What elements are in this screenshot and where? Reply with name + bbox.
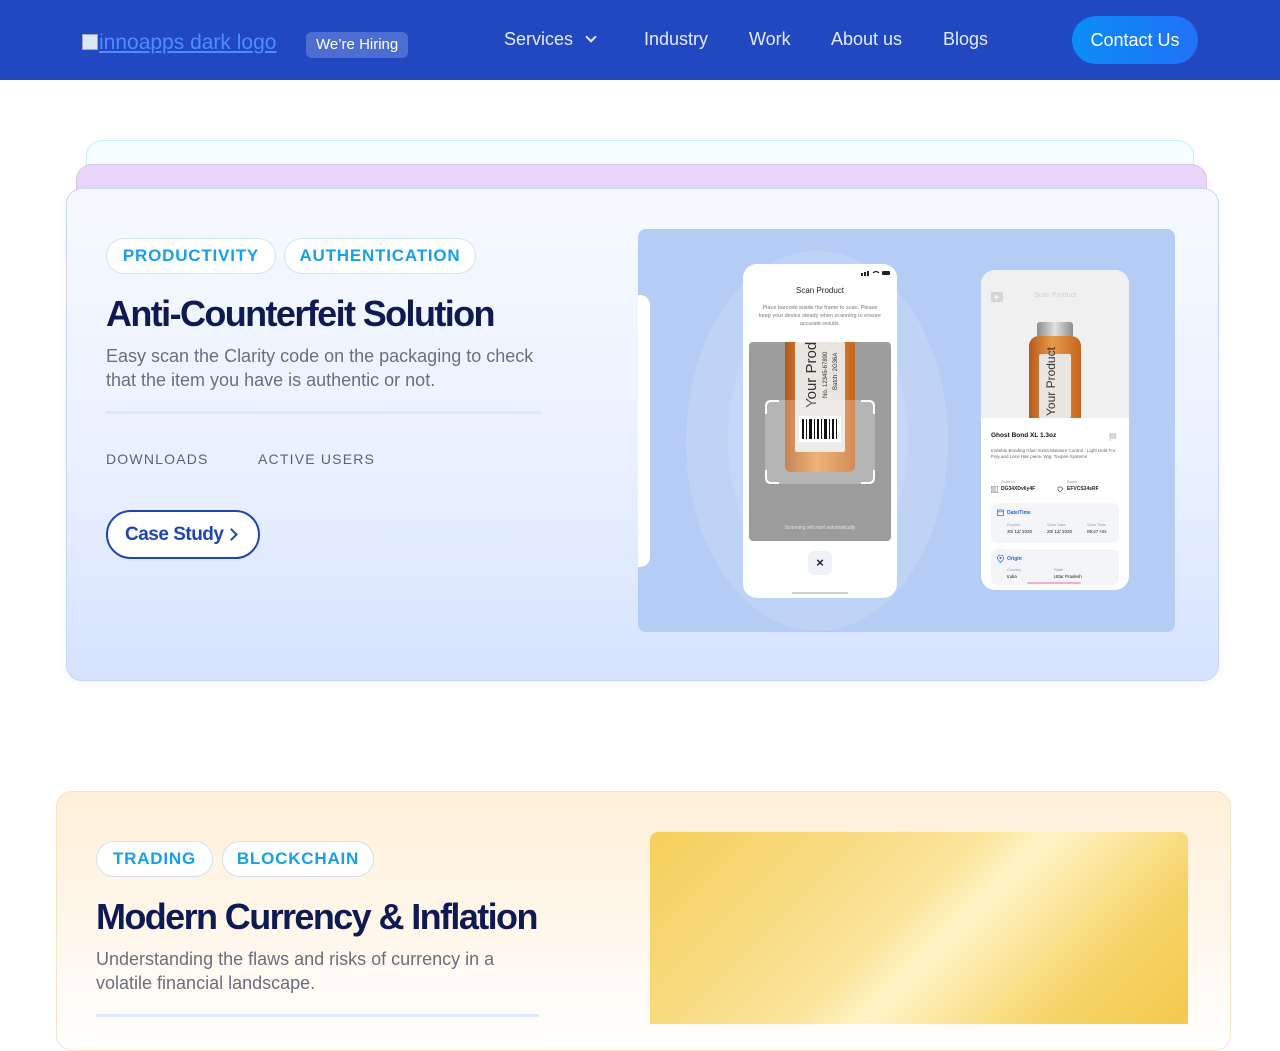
datetime-label: Date/Time — [1007, 510, 1031, 516]
phone-scan-screen: Scan Product Place barcode inside the fr… — [743, 264, 897, 598]
logo-link[interactable]: innoapps dark logo — [82, 31, 276, 55]
state-label: State — [1054, 567, 1064, 572]
bottle-label-text: Your Product — [1044, 347, 1058, 416]
scan-corner — [861, 470, 875, 484]
divider — [96, 1014, 539, 1017]
batch-label: Batch — [1067, 479, 1078, 484]
scan-corner — [765, 400, 779, 414]
tag-blockchain: BLOCKCHAIN — [222, 841, 374, 877]
scan-instruction: Place barcode inside the frame to scan. … — [759, 305, 881, 327]
tag-productivity: PRODUCTIVITY — [106, 238, 276, 274]
product-image: Scan Product Your Product — [981, 270, 1129, 418]
status-bar-icons — [861, 270, 890, 276]
hiring-badge[interactable]: We’re Hiring — [306, 32, 409, 58]
scan-title: Scan Product — [795, 286, 845, 295]
chevron-down-icon — [585, 31, 597, 43]
chevron-right-icon — [225, 528, 239, 541]
case-study-button[interactable]: Case Study — [106, 510, 260, 559]
scan-frame — [765, 400, 875, 484]
bottle-label-text: Your Product — [803, 342, 820, 408]
scan-corner — [765, 470, 779, 484]
product-screen-title: Scan Product — [1033, 292, 1077, 299]
phone-product-details: Scan Product Your Product Ghost Bond XL … — [981, 270, 1129, 590]
product-name: Ghost Bond XL 1.3oz — [991, 432, 1057, 439]
state-value: Uttar Pradesh — [1054, 574, 1082, 579]
home-indicator — [792, 592, 848, 594]
country-value: India — [1007, 574, 1017, 579]
nav-services[interactable]: Services — [504, 28, 597, 50]
contact-us-button[interactable]: Contact Us — [1072, 16, 1198, 64]
bottle-batch: Batch: 2G36A — [833, 352, 839, 390]
broken-image-icon — [82, 34, 98, 50]
barcode-icon — [991, 486, 998, 493]
stat-active-users-label: ACTIVE USERS — [258, 451, 376, 467]
flag-icon[interactable] — [1109, 433, 1117, 441]
app-screenshot-showcase: Scan Product Place barcode inside the fr… — [638, 229, 1175, 632]
close-icon[interactable]: × — [808, 551, 832, 575]
scan-date-value: 20/ 12/ 2020 — [1047, 529, 1073, 534]
scan-hint: Scanning will start automatically — [784, 525, 856, 531]
divider — [106, 411, 541, 414]
bottle-code: No. 12345-67890 — [823, 351, 829, 398]
camera-viewfinder: Your Product No. 12345-67890 Batch: 2G36… — [749, 342, 891, 541]
phone-partial-left — [638, 295, 650, 567]
expires-label: Expires — [1007, 522, 1021, 527]
home-indicator — [1027, 582, 1081, 584]
tag-trading: TRADING — [96, 841, 213, 877]
project-description: Understanding the flaws and risks of cur… — [96, 949, 495, 993]
scan-date-label: Scan Date — [1047, 522, 1066, 527]
nav-industry[interactable]: Industry — [644, 28, 708, 50]
calendar-icon — [997, 509, 1004, 516]
project-title: Modern Currency & Inflation — [96, 896, 538, 937]
nav-blogs[interactable]: Blogs — [943, 28, 988, 50]
logo-alt-text: innoapps dark logo — [99, 31, 277, 54]
nav-services-label: Services — [504, 29, 574, 49]
site-header: innoapps dark logo We’re Hiring Services… — [0, 0, 1280, 80]
nav-about-us[interactable]: About us — [831, 28, 902, 50]
project-description: Easy scan the Clarity code on the packag… — [106, 346, 534, 390]
origin-label: Origin — [1007, 556, 1022, 562]
nav-work[interactable]: Work — [749, 28, 791, 50]
tag-authentication: AUTHENTICATION — [284, 238, 476, 274]
location-pin-icon — [997, 555, 1004, 563]
batch-value: EFVCS34sRF — [1067, 486, 1099, 492]
scan-id-label: Scan ID — [1001, 479, 1016, 484]
scan-id-value: DG34XDv6y4F — [1001, 486, 1036, 492]
scan-corner — [861, 400, 875, 414]
product-description: Invisible Bonding Glue: Extra Moisture C… — [991, 448, 1116, 459]
case-study-label: Case Study — [125, 524, 224, 545]
tag-icon — [1057, 486, 1064, 493]
stat-downloads-label: DOWNLOADS — [106, 451, 209, 467]
country-label: Country — [1007, 567, 1022, 572]
gold-showcase-image — [650, 832, 1188, 1024]
project-title: Anti-Counterfeit Solution — [106, 293, 496, 334]
scan-time-value: 09:47 Hrs — [1087, 529, 1107, 534]
scan-time-label: Scan Time — [1087, 522, 1106, 527]
expires-value: 30/ 12/ 2020 — [1007, 529, 1033, 534]
barcode-icon — [799, 416, 841, 442]
